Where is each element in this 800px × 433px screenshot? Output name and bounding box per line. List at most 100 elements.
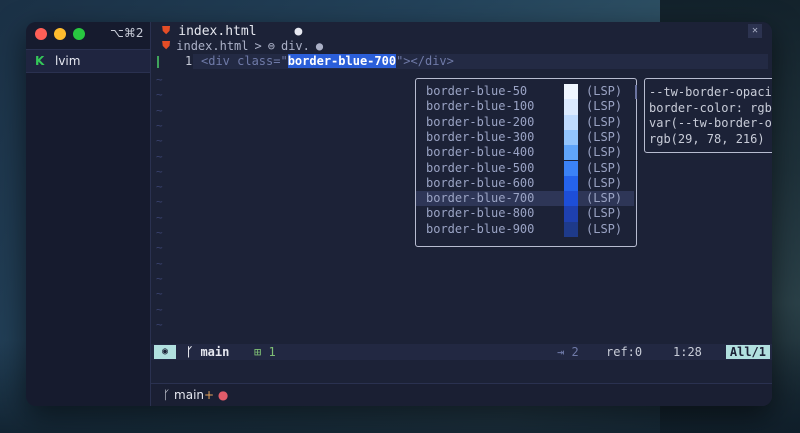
color-swatch (564, 145, 578, 161)
completion-scrollbar[interactable] (635, 85, 637, 99)
command-line[interactable] (151, 360, 772, 376)
completion-item-source: (LSP) (586, 129, 623, 144)
breadcrumb-separator: > (254, 39, 262, 53)
color-swatch (564, 99, 578, 115)
close-icon[interactable]: ✕ (748, 24, 762, 38)
terminal-window: ⌥⌘2 K lvim ⛊ index.html ● ✕ ⛊ index.html… (26, 22, 772, 406)
empty-line-tilde: ~ (156, 134, 163, 148)
empty-line-tilde: ~ (156, 164, 163, 178)
terminal-statusbar: ᚴ main+ ● (151, 383, 772, 406)
color-swatch (564, 191, 578, 207)
branch-icon: ᚴ (186, 345, 194, 359)
git-diff-count: ⊞ 1 (254, 344, 276, 360)
zoom-window-button[interactable] (73, 28, 85, 40)
lsp-status: ⇥ 2 (557, 344, 579, 360)
completion-item-source: (LSP) (586, 206, 623, 221)
branch-name: main (200, 345, 230, 359)
code-before: <div class=" (201, 54, 288, 68)
element-icon: ⊜ (267, 39, 275, 53)
bottom-git-branch[interactable]: ᚴ main+ ● (163, 384, 228, 406)
code-selection: border-blue-700 (287, 54, 397, 68)
completion-item-label: border-blue-100 (426, 99, 535, 114)
breadcrumb: ⛊ index.html > ⊜ div. ● (162, 39, 323, 53)
terminal-sidebar: ⌥⌘2 K lvim (26, 22, 151, 406)
breadcrumb-element[interactable]: div. (281, 39, 310, 53)
empty-line-tilde: ~ (156, 302, 163, 316)
completion-item-source: (LSP) (586, 191, 623, 206)
buffer-tabbar: ⛊ index.html ● ✕ (151, 22, 772, 40)
branch-icon: ᚴ (163, 388, 171, 402)
completion-item-source: (LSP) (586, 145, 623, 160)
color-swatch (564, 206, 578, 222)
color-swatch (564, 175, 578, 192)
completion-item[interactable]: border-blue-800 (LSP) (416, 206, 634, 222)
completion-item[interactable]: border-blue-50 (LSP) (416, 84, 634, 100)
completion-item[interactable]: border-blue-900 (LSP) (416, 221, 634, 237)
editor-pane[interactable]: ⛊ index.html ● ✕ ⛊ index.html > ⊜ div. ●… (151, 22, 772, 406)
empty-line-tilde: ~ (156, 271, 163, 285)
completion-item[interactable]: border-blue-700 (LSP) (416, 191, 634, 207)
breadcrumb-file[interactable]: index.html (176, 39, 248, 53)
empty-line-tilde: ~ (156, 118, 163, 132)
completion-item[interactable]: border-blue-400 (LSP) (416, 145, 634, 161)
sidebar-item-label: lvim (55, 54, 81, 68)
color-swatch (564, 160, 578, 176)
lunarvim-icon: K (35, 54, 45, 68)
completion-item[interactable]: border-blue-500 (LSP) (416, 160, 634, 176)
completion-item[interactable]: border-blue-600 (LSP) (416, 175, 634, 192)
empty-line-tilde: ~ (156, 287, 163, 301)
window-shortcut: ⌥⌘2 (110, 26, 144, 40)
line-number: 1 (185, 54, 193, 68)
completion-item-source: (LSP) (586, 84, 623, 98)
color-swatch (564, 129, 578, 146)
diff-added-icon: ⊞ (254, 345, 262, 359)
completion-item-label: border-blue-800 (426, 206, 535, 221)
git-plus: + (204, 388, 215, 402)
completion-item[interactable]: border-blue-100 (LSP) (416, 99, 634, 115)
color-swatch (564, 84, 578, 100)
diff-count: 1 (268, 345, 276, 359)
completion-item-label: border-blue-50 (426, 84, 528, 98)
tab-index-html[interactable]: ⛊ index.html ● (162, 22, 302, 40)
sidebar-item-lvim[interactable]: K lvim (26, 49, 150, 73)
completion-menu[interactable]: border-blue-50 (LSP) border-blue-100 (LSP) b… (415, 78, 637, 247)
empty-line-tilde: ~ (156, 256, 163, 270)
empty-line-tilde: ~ (156, 241, 163, 255)
completion-item[interactable]: border-blue-300 (LSP) (416, 129, 634, 146)
branch-name: main (174, 388, 205, 402)
completion-item-source: (LSP) (586, 114, 623, 129)
code-line[interactable]: <div class="border-blue-700"></div> (201, 54, 454, 69)
completion-item-source: (LSP) (586, 160, 623, 175)
code-after: "></div> (396, 54, 454, 68)
completion-item-label: border-blue-300 (426, 129, 535, 144)
lsp-count: 2 (571, 345, 579, 359)
completion-item[interactable]: border-blue-200 (LSP) (416, 114, 634, 130)
cursor-position: 1:28 (673, 345, 702, 359)
completion-item-label: border-blue-900 (426, 221, 535, 236)
empty-line-tilde: ~ (156, 317, 163, 331)
completion-item-source: (LSP) (586, 221, 623, 236)
window-controls (35, 28, 85, 40)
color-swatch (564, 221, 578, 237)
completion-item-label: border-blue-700 (426, 191, 535, 206)
completion-item-label: border-blue-400 (426, 145, 535, 160)
statusline: ◉ ᚴ main ⊞ 1 ⇥ 2 ref:0 1:28 All/1 (151, 344, 772, 360)
completion-item-label: border-blue-600 (426, 175, 535, 190)
empty-line-tilde: ~ (156, 88, 163, 102)
git-added-sign (157, 56, 159, 68)
lsp-icon: ⇥ (557, 345, 565, 359)
documentation-popup: --tw-border-opacity: 1; border-color: rg… (644, 78, 772, 153)
breadcrumb-dot: ● (315, 39, 324, 53)
doc-line: border-color: rgb(29 78 216 / (649, 100, 772, 115)
empty-line-tilde: ~ (156, 180, 163, 194)
empty-line-tilde: ~ (156, 103, 163, 117)
html5-icon: ⛊ (162, 24, 171, 37)
close-window-button[interactable] (35, 28, 47, 40)
minimize-window-button[interactable] (54, 28, 66, 40)
doc-line: var(--tw-border-opacity)); (649, 116, 772, 130)
empty-line-tilde: ~ (156, 73, 163, 86)
completion-item-label: border-blue-500 (426, 160, 535, 175)
completion-item-label: border-blue-200 (426, 114, 535, 129)
completion-item-source: (LSP) (586, 99, 623, 114)
empty-line-tilde: ~ (156, 210, 163, 224)
